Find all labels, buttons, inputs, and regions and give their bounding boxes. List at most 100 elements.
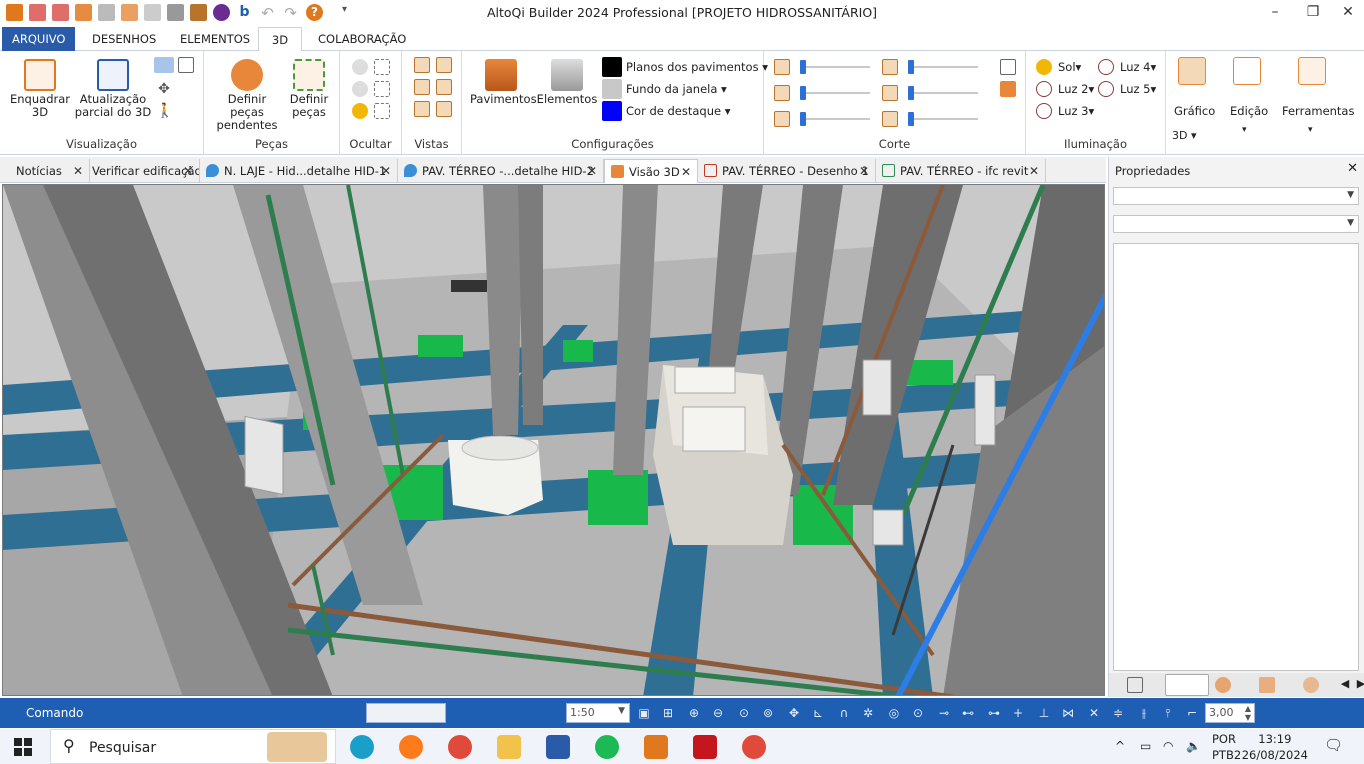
grafico-3d-dropdown[interactable]: 3D ▾ <box>1172 129 1197 142</box>
pan-icon[interactable]: ✥ <box>156 81 172 97</box>
group-ferramentas[interactable]: Ferramentas ▾ <box>1274 51 1354 155</box>
ortho-icon[interactable]: ⊾ <box>810 705 826 721</box>
cut-z2-slider[interactable] <box>908 112 978 126</box>
minimize-button[interactable]: – <box>1260 3 1290 23</box>
hide-bulb-icon[interactable] <box>352 59 368 75</box>
wifi-icon[interactable]: ◠ <box>1163 739 1173 753</box>
cor-destaque-dropdown[interactable]: Cor de destaque ▾ <box>626 104 731 118</box>
acrobat-icon[interactable] <box>693 735 717 759</box>
close-icon[interactable]: ✕ <box>859 159 869 183</box>
cut-z-slider[interactable] <box>800 112 870 126</box>
close-icon[interactable]: ✕ <box>1029 159 1039 183</box>
taskbar-search[interactable]: ⚲ Pesquisar <box>50 729 336 764</box>
luz5-dropdown[interactable]: Luz 5▾ <box>1120 82 1156 96</box>
tab-elementos[interactable]: ELEMENTOS <box>170 27 260 51</box>
revit-icon[interactable] <box>546 735 570 759</box>
show-selection-icon[interactable] <box>374 81 390 97</box>
definir-pecas-button[interactable]: Definir peças <box>286 59 332 119</box>
walk-icon[interactable]: 🚶 <box>156 103 173 119</box>
doc-tab-noticias[interactable]: Notícias ✕ <box>8 159 90 183</box>
magnet-icon[interactable]: ∩ <box>836 705 852 721</box>
view-front-icon[interactable] <box>436 57 452 73</box>
doc-tab-verificar[interactable]: Verificar edificação ✕ <box>90 159 200 183</box>
properties-grid[interactable] <box>1113 243 1359 671</box>
pavimentos-button[interactable]: Pavimentos <box>470 59 537 106</box>
view-top-icon[interactable] <box>414 57 430 73</box>
snap-line-icon[interactable]: ⊶ <box>986 705 1002 721</box>
properties-check-icon[interactable] <box>1165 674 1209 696</box>
zoom-extents-icon[interactable]: ⊞ <box>660 705 676 721</box>
snap-center-icon[interactable]: ⊙ <box>910 705 926 721</box>
planos-pavimentos-dropdown[interactable]: Planos dos pavimentos ▾ <box>626 60 768 74</box>
tab-desenhos[interactable]: DESENHOS <box>82 27 166 51</box>
cut-solid-icon[interactable] <box>1000 81 1016 97</box>
light-3-icon[interactable] <box>1036 103 1052 119</box>
light-5-icon[interactable] <box>1098 81 1114 97</box>
doc-tab-pav-terreo-ifc[interactable]: PAV. TÉRREO - ifc revit ✕ <box>876 159 1046 183</box>
properties-list-icon[interactable] <box>1127 677 1143 693</box>
tab-arquivo[interactable]: ARQUIVO <box>2 27 76 51</box>
snap-extension-icon[interactable]: ⫲ <box>1136 705 1152 721</box>
doc-tab-pav-terreo-desenho1[interactable]: PAV. TÉRREO - Desenho 1 ✕ <box>698 159 876 183</box>
zoom-out-icon[interactable]: ⊖ <box>710 705 726 721</box>
value-stepper[interactable]: 3,00 ▲ ▼ <box>1205 703 1255 723</box>
light-bulb-icon[interactable] <box>352 103 368 119</box>
view-left-icon[interactable] <box>414 79 430 95</box>
close-icon[interactable]: ✕ <box>587 159 597 183</box>
close-icon[interactable]: ✕ <box>73 159 83 183</box>
spotify-icon[interactable] <box>595 735 619 759</box>
window-icon[interactable] <box>178 57 194 73</box>
cut-y-slider[interactable] <box>800 86 870 100</box>
snap-endpoint-icon[interactable]: ⊸ <box>936 705 952 721</box>
stepper-arrows-icon[interactable]: ▲ ▼ <box>1245 704 1251 722</box>
fundo-janela-dropdown[interactable]: Fundo da janela ▾ <box>626 82 727 96</box>
cut-y-icon[interactable] <box>774 85 790 101</box>
tab-colaboracao[interactable]: COLABORAÇÃO <box>308 27 416 51</box>
cut-x2-icon[interactable] <box>882 59 898 75</box>
align-icon[interactable] <box>1259 677 1275 693</box>
zoom-in-icon[interactable]: ⊕ <box>686 705 702 721</box>
scroll-right-icon[interactable]: ▶ <box>1353 677 1364 693</box>
luz2-dropdown[interactable]: Luz 2▾ <box>1058 82 1094 96</box>
snap-midpoint-icon[interactable]: ⊷ <box>960 705 976 721</box>
fundo-color-swatch[interactable] <box>602 79 622 99</box>
scale-select[interactable]: 1:50 ▼ <box>566 703 630 723</box>
zoom-window-icon[interactable]: ▣ <box>636 705 652 721</box>
altoqi-builder-icon[interactable] <box>644 735 668 759</box>
ferramentas-dropdown-arrow[interactable]: ▾ <box>1308 125 1313 135</box>
battery-icon[interactable]: ▭ <box>1140 739 1151 753</box>
close-icon[interactable]: ✕ <box>681 160 691 183</box>
windows-start-icon[interactable] <box>14 738 32 756</box>
language-indicator[interactable]: POR PTB2 <box>1212 731 1241 763</box>
atualizacao-parcial-button[interactable]: Atualização parcial do 3D <box>74 59 152 119</box>
sun-icon[interactable] <box>1036 59 1052 75</box>
show-bulb-icon[interactable] <box>352 81 368 97</box>
doc-tab-pav-terreo-hid2[interactable]: PAV. TÉRREO -...detalhe HID-2 ✕ <box>398 159 604 183</box>
snap-tangent-icon[interactable]: ⫯ <box>1160 705 1176 721</box>
file-explorer-icon[interactable] <box>497 735 521 759</box>
close-icon[interactable]: ✕ <box>183 159 193 183</box>
edge-icon[interactable] <box>350 735 374 759</box>
doc-tab-visao-3d[interactable]: Visão 3D ✕ <box>604 159 698 183</box>
light-4-icon[interactable] <box>1098 59 1114 75</box>
cut-x-slider[interactable] <box>800 60 870 74</box>
group-grafico[interactable]: Gráfico 3D ▾ <box>1166 51 1220 155</box>
properties-close-button[interactable]: ✕ <box>1347 161 1358 176</box>
sol-dropdown[interactable]: Sol▾ <box>1058 60 1081 74</box>
cut-box-icon[interactable] <box>1000 59 1016 75</box>
snap-intersection-icon[interactable]: + <box>1010 705 1026 721</box>
3d-viewport[interactable] <box>2 184 1105 696</box>
settings-icon[interactable] <box>1303 677 1319 693</box>
cut-x2-slider[interactable] <box>908 60 978 74</box>
gear-icon[interactable] <box>1215 677 1231 693</box>
settings-icon[interactable]: ✲ <box>860 705 876 721</box>
elementos-button[interactable]: Elementos <box>536 59 598 106</box>
notification-icon[interactable]: 🗨 <box>1324 736 1343 754</box>
pan-icon[interactable]: ✥ <box>786 705 802 721</box>
close-icon[interactable]: ✕ <box>381 159 391 183</box>
luz4-dropdown[interactable]: Luz 4▾ <box>1120 60 1156 74</box>
light-2-icon[interactable] <box>1036 81 1052 97</box>
snap-parallel-icon[interactable]: ≑ <box>1110 705 1126 721</box>
chevron-up-icon[interactable]: ^ <box>1115 739 1125 753</box>
view-right-icon[interactable] <box>436 79 452 95</box>
